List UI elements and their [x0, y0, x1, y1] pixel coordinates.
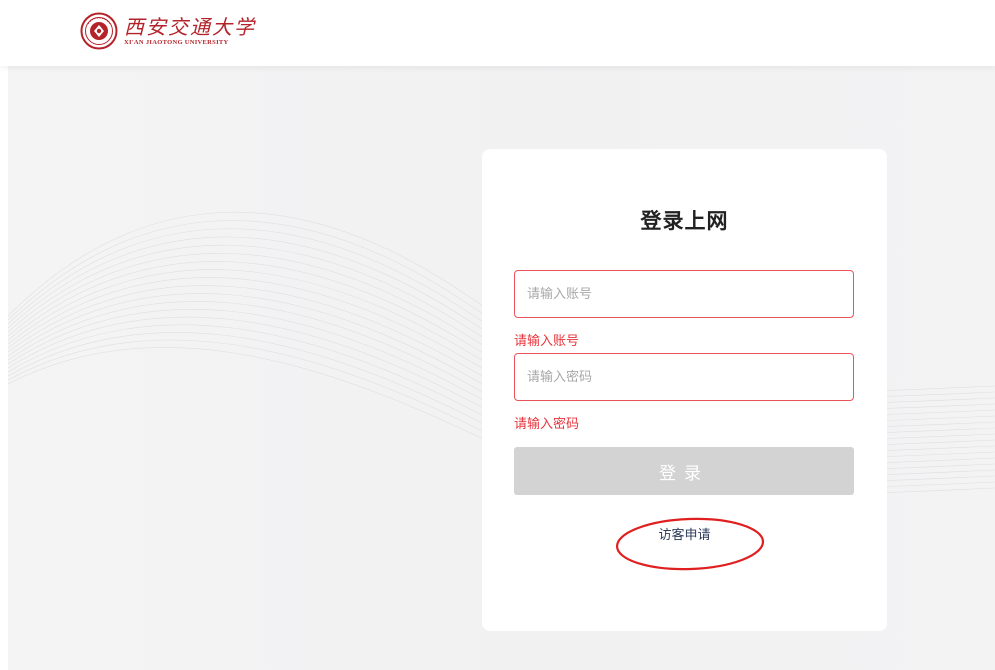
- login-title: 登录上网: [640, 209, 729, 233]
- account-error-message: 请输入账号: [514, 334, 580, 349]
- login-card: 登录上网 请输入账号 请输入密码 登录 访客申请: [482, 149, 887, 631]
- account-input[interactable]: [514, 270, 854, 318]
- top-header: 西安交通大学 XI'AN JIAOTONG UNIVERSITY: [0, 0, 995, 66]
- visitor-application-link[interactable]: 访客申请: [482, 524, 887, 543]
- university-logo[interactable]: 西安交通大学 XI'AN JIAOTONG UNIVERSITY: [80, 11, 256, 51]
- login-page: 西安交通大学 XI'AN JIAOTONG UNIVERSITY 登录上网 请输…: [0, 0, 995, 670]
- university-emblem-icon: [80, 12, 118, 50]
- password-error-message: 请输入密码: [514, 417, 580, 432]
- password-input[interactable]: [514, 353, 854, 401]
- logo-english-name: XI'AN JIAOTONG UNIVERSITY: [124, 38, 229, 46]
- logo-chinese-name: 西安交通大学: [124, 14, 256, 39]
- login-button[interactable]: 登录: [514, 447, 854, 495]
